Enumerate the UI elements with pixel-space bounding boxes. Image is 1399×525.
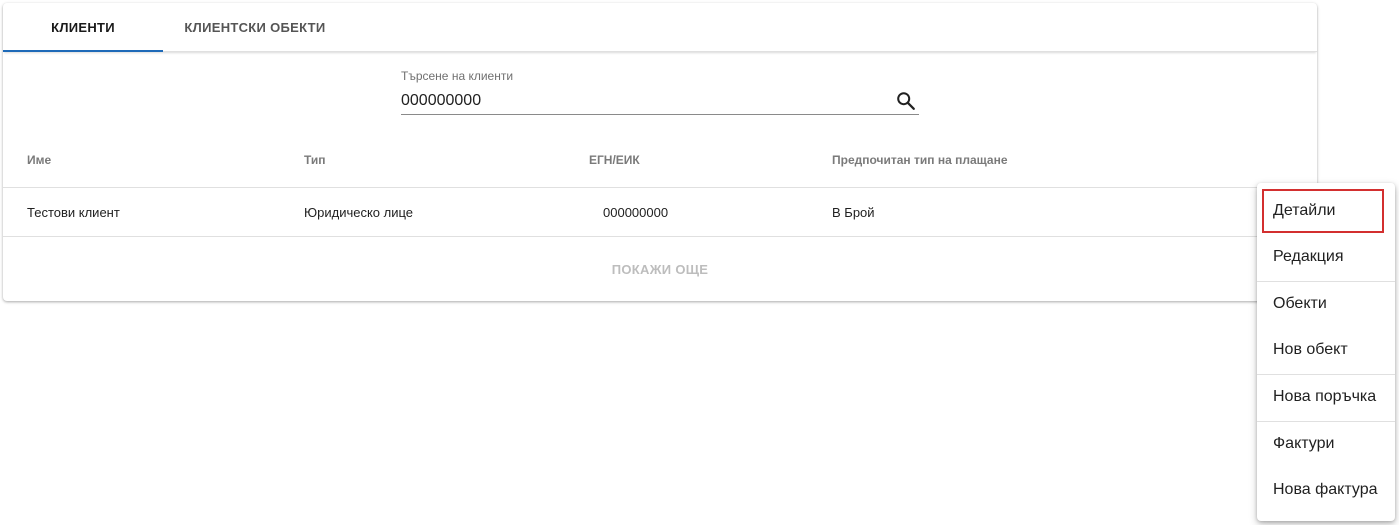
menu-item-new-site[interactable]: Нов обект (1257, 328, 1395, 372)
cell-payment: В Брой (832, 205, 875, 220)
tab-bar: КЛИЕНТИ КЛИЕНТСКИ ОБЕКТИ (3, 3, 1317, 52)
menu-item-invoices[interactable]: Фактури (1257, 422, 1395, 466)
column-header-type[interactable]: Тип (304, 153, 326, 167)
row-divider (3, 236, 1317, 237)
search-label: Търсене на клиенти (401, 69, 514, 83)
cell-id: 000000000 (603, 205, 669, 220)
menu-item-sites[interactable]: Обекти (1257, 282, 1395, 326)
search-icon[interactable] (895, 90, 917, 112)
menu-item-new-order[interactable]: Нова поръчка (1257, 375, 1395, 419)
show-more-button[interactable]: ПОКАЖИ ОЩЕ (3, 253, 1317, 285)
cell-type: Юридическо лице (304, 205, 414, 220)
search-underline (401, 114, 919, 115)
row-divider (3, 187, 1317, 188)
client-search: Търсене на клиенти (401, 65, 919, 115)
column-header-name[interactable]: Име (27, 153, 51, 167)
tab-clients[interactable]: КЛИЕНТИ (3, 3, 163, 52)
menu-item-details[interactable]: Детайли (1262, 189, 1384, 233)
tab-client-sites[interactable]: КЛИЕНТСКИ ОБЕКТИ (163, 3, 347, 51)
column-header-id[interactable]: ЕГН/ЕИК (589, 153, 640, 167)
column-header-payment[interactable]: Предпочитан тип на плащане (832, 153, 1008, 167)
cell-name: Тестови клиент (27, 205, 120, 220)
clients-card: КЛИЕНТИ КЛИЕНТСКИ ОБЕКТИ Търсене на клие… (3, 3, 1317, 301)
row-actions-menu: Детайли Редакция Обекти Нов обект Нова п… (1257, 183, 1395, 521)
menu-item-new-invoice[interactable]: Нова фактура (1257, 468, 1395, 512)
search-input[interactable] (401, 89, 881, 113)
menu-item-edit[interactable]: Редакция (1257, 235, 1395, 279)
